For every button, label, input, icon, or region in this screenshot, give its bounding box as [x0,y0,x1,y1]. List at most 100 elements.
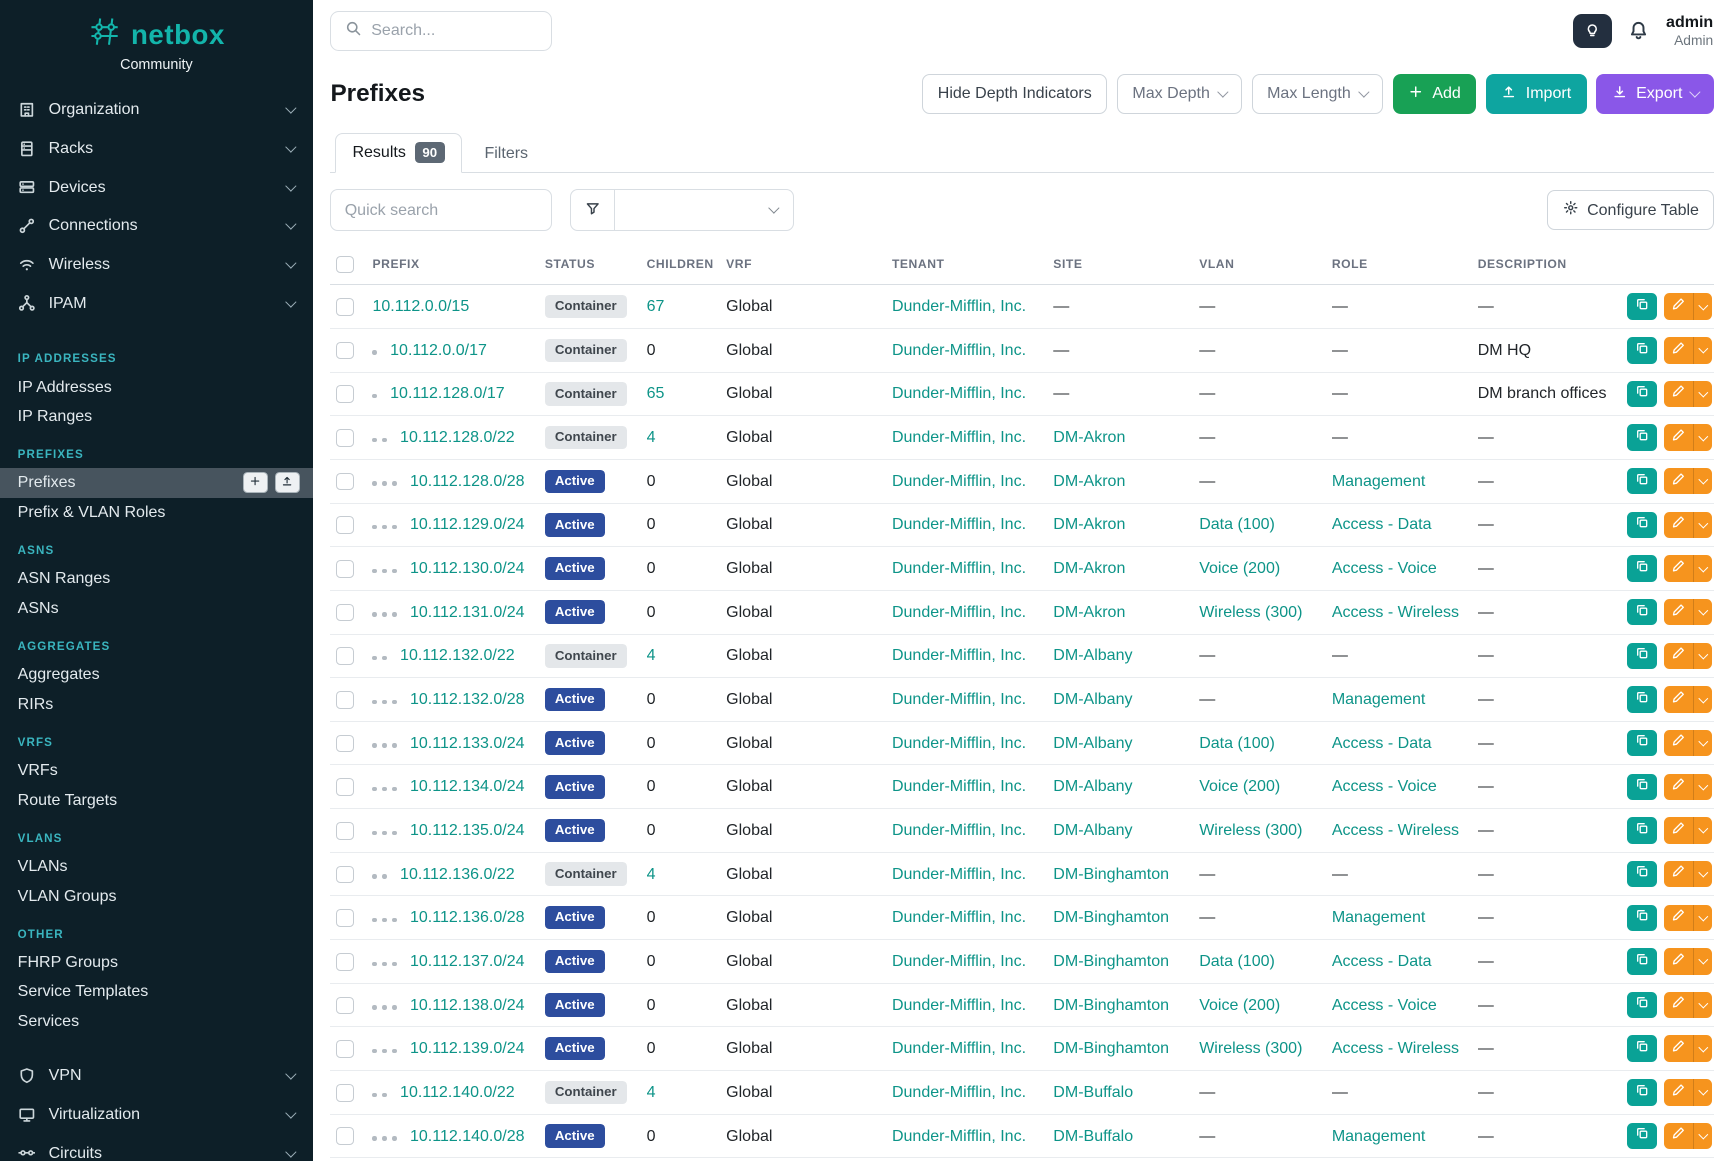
edit-button[interactable] [1664,512,1694,539]
edit-dropdown-button[interactable] [1693,730,1712,757]
role-link[interactable]: Management [1332,908,1425,926]
sidebar-item-circuits[interactable]: Circuits [0,1134,313,1161]
row-checkbox[interactable] [336,429,354,447]
vlan-link[interactable]: Voice (200) [1199,777,1280,795]
tenant-link[interactable]: Dunder-Mifflin, Inc. [892,1039,1026,1057]
role-link[interactable]: Access - Data [1332,515,1432,533]
site-link[interactable]: DM-Albany [1053,690,1132,708]
row-checkbox[interactable] [336,298,354,316]
role-link[interactable]: Management [1332,1127,1425,1145]
copy-button[interactable] [1627,337,1657,364]
prefix-link[interactable]: 10.112.130.0/24 [410,559,525,577]
sidebar-item-route-targets[interactable]: Route Targets [0,785,313,815]
copy-button[interactable] [1627,905,1657,932]
prefix-link[interactable]: 10.112.136.0/28 [410,908,525,926]
tenant-link[interactable]: Dunder-Mifflin, Inc. [892,908,1026,926]
children-count-link[interactable]: 4 [647,865,656,883]
edit-button[interactable] [1664,293,1694,320]
row-checkbox[interactable] [336,560,354,578]
tenant-link[interactable]: Dunder-Mifflin, Inc. [892,559,1026,577]
prefix-link[interactable]: 10.112.137.0/24 [410,952,525,970]
sidebar-item-prefix-vlan-roles[interactable]: Prefix & VLAN Roles [0,498,313,528]
edit-button[interactable] [1664,381,1694,408]
copy-button[interactable] [1627,861,1657,888]
prefix-link[interactable]: 10.112.136.0/22 [400,865,515,883]
row-checkbox[interactable] [336,516,354,534]
row-checkbox[interactable] [336,647,354,665]
row-checkbox[interactable] [336,953,354,971]
row-checkbox[interactable] [336,778,354,796]
copy-button[interactable] [1627,817,1657,844]
row-checkbox[interactable] [336,385,354,403]
edit-dropdown-button[interactable] [1693,861,1712,888]
tenant-link[interactable]: Dunder-Mifflin, Inc. [892,952,1026,970]
edit-button[interactable] [1664,337,1694,364]
copy-button[interactable] [1627,555,1657,582]
site-link[interactable]: DM-Buffalo [1053,1127,1133,1145]
tenant-link[interactable]: Dunder-Mifflin, Inc. [892,384,1026,402]
role-link[interactable]: Access - Voice [1332,996,1437,1014]
site-link[interactable]: DM-Albany [1053,646,1132,664]
sidebar-item-wireless[interactable]: Wireless [0,245,313,284]
edit-dropdown-button[interactable] [1693,293,1712,320]
saved-filter-select[interactable] [615,189,794,231]
site-link[interactable]: DM-Akron [1053,428,1125,446]
site-link[interactable]: DM-Akron [1053,603,1125,621]
sidebar-item-ip-ranges[interactable]: IP Ranges [0,402,313,432]
vlan-link[interactable]: Wireless (300) [1199,603,1302,621]
row-checkbox[interactable] [336,735,354,753]
edit-dropdown-button[interactable] [1693,424,1712,451]
copy-button[interactable] [1627,1079,1657,1106]
copy-button[interactable] [1627,599,1657,626]
edit-button[interactable] [1664,948,1694,975]
add-prefix-mini-button[interactable] [243,472,267,493]
copy-button[interactable] [1627,948,1657,975]
row-checkbox[interactable] [336,909,354,927]
col-prefix[interactable]: PREFIX [372,245,544,285]
row-checkbox[interactable] [336,1127,354,1145]
tenant-link[interactable]: Dunder-Mifflin, Inc. [892,734,1026,752]
edit-button[interactable] [1664,424,1694,451]
site-link[interactable]: DM-Albany [1053,777,1132,795]
vlan-link[interactable]: Wireless (300) [1199,1039,1302,1057]
col-tenant[interactable]: TENANT [892,245,1053,285]
copy-button[interactable] [1627,512,1657,539]
copy-button[interactable] [1627,468,1657,495]
tenant-link[interactable]: Dunder-Mifflin, Inc. [892,690,1026,708]
max-length-dropdown[interactable]: Max Length [1252,74,1383,114]
edit-dropdown-button[interactable] [1693,992,1712,1019]
prefix-link[interactable]: 10.112.140.0/28 [410,1127,525,1145]
row-checkbox[interactable] [336,342,354,360]
edit-dropdown-button[interactable] [1693,512,1712,539]
sidebar-item-racks[interactable]: Racks [0,129,313,168]
tenant-link[interactable]: Dunder-Mifflin, Inc. [892,341,1026,359]
filter-button[interactable] [570,189,614,231]
edit-dropdown-button[interactable] [1693,774,1712,801]
role-link[interactable]: Access - Wireless [1332,603,1459,621]
sidebar-item-devices[interactable]: Devices [0,168,313,207]
sidebar-item-prefixes[interactable]: Prefixes [0,468,313,498]
add-button[interactable]: Add [1393,74,1477,114]
site-link[interactable]: DM-Akron [1053,515,1125,533]
site-link[interactable]: DM-Binghamton [1053,1039,1169,1057]
sidebar-item-asn-ranges[interactable]: ASN Ranges [0,564,313,594]
col-vrf[interactable]: VRF [726,245,892,285]
edit-dropdown-button[interactable] [1693,1123,1712,1150]
vlan-link[interactable]: Data (100) [1199,515,1275,533]
logo[interactable]: netbox Community [0,0,313,73]
site-link[interactable]: DM-Buffalo [1053,1083,1133,1101]
copy-button[interactable] [1627,1123,1657,1150]
role-link[interactable]: Access - Wireless [1332,1039,1459,1057]
sidebar-item-vlan-groups[interactable]: VLAN Groups [0,881,313,911]
edit-dropdown-button[interactable] [1693,337,1712,364]
edit-button[interactable] [1664,1079,1694,1106]
edit-button[interactable] [1664,468,1694,495]
col-site[interactable]: SITE [1053,245,1199,285]
copy-button[interactable] [1627,774,1657,801]
edit-dropdown-button[interactable] [1693,555,1712,582]
sidebar-item-ip-addresses[interactable]: IP Addresses [0,372,313,402]
site-link[interactable]: DM-Binghamton [1053,908,1169,926]
prefix-link[interactable]: 10.112.139.0/24 [410,1039,525,1057]
row-checkbox[interactable] [336,691,354,709]
role-link[interactable]: Access - Voice [1332,559,1437,577]
